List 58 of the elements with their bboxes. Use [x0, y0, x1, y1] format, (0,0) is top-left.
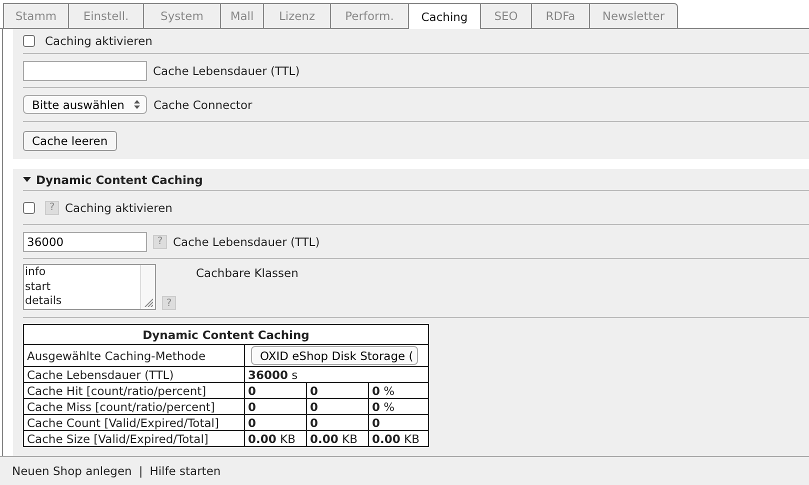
text-area[interactable]: info start details — [23, 264, 156, 310]
tab[interactable]: Caching — [409, 3, 481, 29]
stepper-icon — [134, 100, 140, 109]
table-cell: 0 % — [368, 398, 428, 414]
text-line: start — [25, 280, 52, 294]
table-cell: 0 — [306, 414, 368, 430]
dropdown[interactable]: OXID eShop Disk Storage ( — [251, 346, 418, 365]
table-cell: 0.00 KB — [306, 430, 368, 446]
table-cell: Cache Hit [count/ratio/percent] — [24, 382, 244, 398]
section-toggle[interactable]: Dynamic Content Caching — [23, 172, 203, 186]
text-line: info — [25, 265, 47, 280]
table-cell: 0 — [306, 398, 368, 414]
tab[interactable]: Einstell. — [69, 3, 144, 28]
tab[interactable]: System — [144, 3, 221, 28]
dropdown[interactable]: Bitte auswählen — [23, 95, 148, 114]
input-field[interactable]: 36000 — [23, 232, 147, 252]
tab[interactable]: SEO — [481, 3, 532, 28]
table-cell: 0.00 KB — [368, 430, 428, 446]
table-cell: Cache Size [Valid/Expired/Total] — [24, 430, 244, 446]
tab[interactable]: Mall — [221, 3, 264, 28]
scrollbar[interactable] — [140, 265, 155, 309]
text-line: details — [25, 294, 63, 308]
table-cell: Cache Lebensdauer (TTL) — [24, 366, 244, 382]
input-field[interactable] — [23, 60, 147, 80]
table-cell: Cache Count [Valid/Expired/Total] — [24, 414, 244, 430]
separator: | — [138, 464, 143, 478]
footer-link[interactable]: Neuen Shop anlegen — [12, 464, 132, 478]
field-label: Cachbare Klassen — [196, 266, 298, 280]
tab[interactable]: RDFa — [532, 3, 590, 28]
table-cell: 0.00 KB — [244, 430, 306, 446]
help-icon[interactable]: ? — [153, 234, 167, 248]
table-cell: 0 — [306, 382, 368, 398]
tab[interactable]: Perform. — [331, 3, 409, 28]
help-icon[interactable]: ? — [45, 200, 59, 214]
table-cell: 0 — [244, 398, 306, 414]
checkbox[interactable] — [23, 202, 35, 214]
caret-icon — [23, 177, 31, 182]
table-cell: 0 % — [368, 382, 428, 398]
table-cell: 0 — [368, 414, 428, 430]
clear-cache-button[interactable]: Cache leeren — [23, 130, 117, 150]
resize-grip-icon — [144, 298, 153, 307]
help-icon[interactable]: ? — [162, 296, 176, 310]
table-cell: 36000 s — [244, 366, 428, 382]
tab[interactable]: Lizenz — [264, 3, 331, 28]
tab[interactable]: Stamm — [3, 3, 69, 28]
table-cell: Ausgewählte Caching-Methode — [24, 344, 244, 366]
checkbox-label: Caching aktivieren — [45, 34, 152, 48]
field-label: Cache Connector — [153, 98, 252, 112]
tab[interactable]: Newsletter — [590, 3, 678, 28]
footer-link[interactable]: Hilfe starten — [150, 464, 221, 478]
table-cell: 0 — [244, 414, 306, 430]
field-label: Cache Lebensdauer (TTL) — [153, 64, 300, 78]
table-cell: 0 — [244, 382, 306, 398]
checkbox-label: Caching aktivieren — [65, 200, 172, 214]
checkbox[interactable] — [23, 35, 35, 47]
table-cell: Cache Miss [count/ratio/percent] — [24, 398, 244, 414]
field-label: Cache Lebensdauer (TTL) — [173, 234, 320, 248]
table-title: Dynamic Content Caching — [24, 324, 428, 344]
